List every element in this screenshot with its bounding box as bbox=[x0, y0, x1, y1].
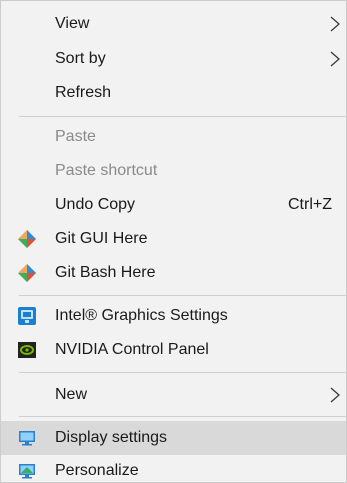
menu-separator bbox=[19, 295, 346, 296]
menu-item-undo-copy[interactable]: Undo Copy Ctrl+Z bbox=[1, 188, 346, 222]
menu-item-label: Paste bbox=[55, 128, 96, 145]
menu-item-intel-graphics-settings[interactable]: Intel® Graphics Settings bbox=[1, 299, 346, 333]
menu-item-refresh[interactable]: Refresh bbox=[1, 76, 346, 110]
desktop-context-menu: View Sort by Refresh Paste Paste shortcu… bbox=[0, 0, 347, 483]
menu-item-sort-by[interactable]: Sort by bbox=[1, 42, 346, 76]
menu-item-label: Sort by bbox=[55, 50, 106, 67]
menu-item-paste-shortcut: Paste shortcut bbox=[1, 154, 346, 188]
menu-item-git-gui-here[interactable]: Git GUI Here bbox=[1, 222, 346, 256]
menu-item-label: View bbox=[55, 15, 90, 32]
intel-graphics-icon bbox=[18, 307, 36, 325]
menu-item-git-bash-here[interactable]: Git Bash Here bbox=[1, 256, 346, 290]
menu-item-label: NVIDIA Control Panel bbox=[55, 341, 209, 358]
monitor-icon bbox=[19, 431, 35, 446]
menu-item-nvidia-control-panel[interactable]: NVIDIA Control Panel bbox=[1, 333, 346, 367]
menu-item-view[interactable]: View bbox=[1, 7, 346, 41]
menu-item-label: Paste shortcut bbox=[55, 162, 158, 179]
menu-item-label: Refresh bbox=[55, 84, 112, 101]
menu-separator bbox=[19, 116, 346, 117]
menu-separator bbox=[19, 416, 346, 417]
menu-item-label: Display settings bbox=[55, 429, 168, 446]
chevron-right-icon bbox=[330, 51, 340, 67]
menu-item-label: Intel® Graphics Settings bbox=[55, 307, 228, 324]
keyboard-shortcut: Ctrl+Z bbox=[288, 196, 332, 213]
menu-item-label: Git Bash Here bbox=[55, 264, 156, 281]
chevron-right-icon bbox=[330, 387, 340, 403]
personalize-monitor-icon bbox=[19, 464, 35, 479]
chevron-right-icon bbox=[330, 16, 340, 32]
git-diamond-icon bbox=[18, 264, 36, 282]
menu-item-label: Git GUI Here bbox=[55, 230, 148, 247]
menu-item-label: Personalize bbox=[55, 462, 139, 479]
menu-item-display-settings[interactable]: Display settings bbox=[1, 421, 346, 455]
menu-separator bbox=[19, 372, 346, 373]
menu-item-paste: Paste bbox=[1, 120, 346, 154]
git-diamond-icon bbox=[18, 230, 36, 248]
nvidia-icon bbox=[18, 342, 36, 358]
menu-item-label: New bbox=[55, 386, 88, 403]
menu-item-new[interactable]: New bbox=[1, 378, 346, 412]
menu-item-personalize[interactable]: Personalize bbox=[1, 454, 346, 483]
menu-item-label: Undo Copy bbox=[55, 196, 136, 213]
